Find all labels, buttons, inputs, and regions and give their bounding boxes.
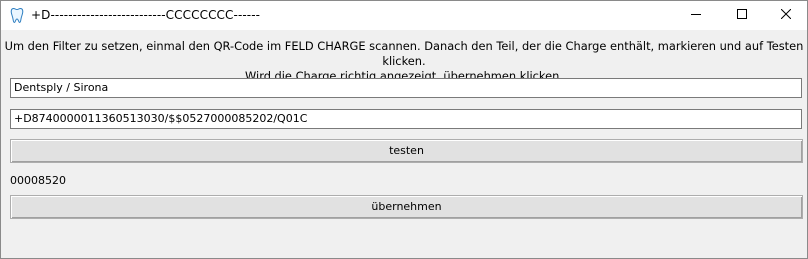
instructions-line-1: Um den Filter zu setzen, einmal den QR-C…: [4, 39, 804, 68]
tooth-icon: [10, 7, 24, 24]
title-bar[interactable]: +D--------------------------CCCCCCCC----…: [1, 1, 807, 30]
close-button[interactable]: [765, 1, 807, 30]
manufacturer-field[interactable]: Dentsply / Sirona: [10, 78, 802, 98]
window-title: +D--------------------------CCCCCCCC----…: [31, 8, 261, 22]
maximize-icon: [737, 9, 747, 22]
minimize-button[interactable]: [673, 1, 719, 30]
minimize-icon: [691, 9, 701, 22]
test-button[interactable]: testen: [10, 139, 803, 163]
maximize-button[interactable]: [719, 1, 765, 30]
close-icon: [780, 8, 792, 22]
app-window: +D--------------------------CCCCCCCC----…: [0, 0, 808, 259]
accept-button[interactable]: übernehmen: [10, 195, 803, 219]
charge-result-label: 00008520: [10, 174, 66, 187]
qr-code-input[interactable]: +D8740000011360513030/$$0527000085202/Q0…: [10, 109, 802, 129]
